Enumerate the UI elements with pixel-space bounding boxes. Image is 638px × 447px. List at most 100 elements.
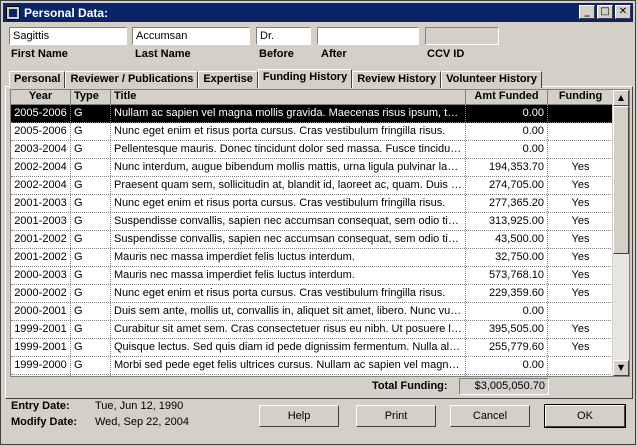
tab-personal[interactable]: Personal [9,71,66,88]
scroll-up-icon[interactable]: ▲ [613,90,629,106]
table-row[interactable]: 1999-2001 G Curabitur sit amet sem. Cras c… [11,321,629,339]
cell-year: 1999-2000 [11,375,71,376]
cell-year: 2005-2006 [11,105,71,122]
col-year[interactable]: Year [11,90,71,104]
maximize-button[interactable]: □ [597,5,613,19]
ccv-id-field [425,27,499,45]
window-title: Personal Data: [24,5,109,20]
table-row[interactable]: 2000-2001 G Duis sem ante, mollis ut, conv… [11,303,629,321]
cell-amount: 0.00 [466,141,548,158]
modify-date-label: Modify Date: [11,416,77,428]
title-bar[interactable]: Personal Data: _ □ ✕ [3,3,633,22]
table-row[interactable]: 2002-2004 G Praesent quam sem, sollicitudi… [11,177,629,195]
cell-type: G [71,213,111,230]
last-name-field[interactable]: Accumsan [132,27,250,45]
cell-amount: 32,750.00 [466,249,548,266]
col-amount[interactable]: Amt Funded [466,90,548,104]
tab-expertise[interactable]: Expertise [198,71,258,88]
tab-volunteer-history[interactable]: Volunteer History [441,71,542,88]
table-row[interactable]: 2003-2004 G Pellentesque mauris. Donec tin… [11,141,629,159]
total-funding-value: $3,005,050.70 [459,378,549,395]
before-field[interactable]: Dr. [256,27,311,45]
cell-funding [548,105,614,122]
cell-title: Nunc eget enim et risus porta cursus. Cr… [111,195,466,212]
cell-funding: Yes [548,285,614,302]
cell-title: Suspendisse convallis, sapien nec accums… [111,231,466,248]
table-row[interactable]: 1999-2001 G Quisque lectus. Sed quis diam … [11,339,629,357]
cell-title: Quisque lectus. Sed quis diam id pede di… [111,339,466,356]
cell-funding [548,141,614,158]
after-field[interactable] [317,27,419,45]
vertical-scrollbar[interactable]: ▲ ▼ [612,90,629,376]
cell-year: 2000-2002 [11,285,71,302]
cell-year: 1999-2000 [11,357,71,374]
minimize-button[interactable]: _ [579,5,595,19]
table-row[interactable]: 2005-2006 G Nullam ac sapien vel magna mol… [11,105,629,123]
cell-title: Pellentesque mauris. Donec tincidunt dol… [111,141,466,158]
cell-title: Nunc eget enim et risus porta cursus. Cr… [111,123,466,140]
after-label: After [321,48,347,60]
cell-type: G [71,285,111,302]
cell-funding: Yes [548,375,614,376]
help-button[interactable]: Help [259,405,339,427]
close-button[interactable]: ✕ [615,5,631,19]
cell-year: 1999-2001 [11,339,71,356]
cell-type: G [71,123,111,140]
cell-title: Nunc eget enim et risus porta cursus. Cr… [111,285,466,302]
cell-funding: Yes [548,159,614,176]
print-button[interactable]: Print [356,405,436,427]
cell-title: Morbi sed pede eget felis ultrices cursu… [111,357,466,374]
table-row[interactable]: 2001-2002 G Mauris nec massa imperdiet fel… [11,249,629,267]
col-type[interactable]: Type [71,90,111,104]
cell-title: Nullam ac sapien vel magna mollis gravid… [111,105,466,122]
table-row[interactable]: 1999-2000 G Morbi sed pede eget felis ultr… [11,357,629,375]
cell-year: 1999-2001 [11,321,71,338]
cell-amount: 255,779.60 [466,339,548,356]
cell-amount: 395,505.00 [466,321,548,338]
cell-funding: Yes [548,321,614,338]
cell-title: Mauris nec massa imperdiet felis luctus … [111,249,466,266]
cell-amount: 277,365.20 [466,195,548,212]
cell-title: Nunc interdum, augue bibendum mollis mat… [111,159,466,176]
table-row[interactable]: 2001-2002 G Suspendisse convallis, sapien … [11,231,629,249]
cell-funding: Yes [548,267,614,284]
scroll-down-icon[interactable]: ▼ [613,360,629,376]
ccv-id-label: CCV ID [427,48,465,60]
cell-amount: 573,768.10 [466,267,548,284]
table-row[interactable]: 2002-2004 G Nunc interdum, augue bibendum … [11,159,629,177]
table-row[interactable]: 2005-2006 G Nunc eget enim et risus porta … [11,123,629,141]
cell-title: Curabitur sit amet sem. Cras consectetue… [111,321,466,338]
last-name-label: Last Name [135,48,191,60]
cell-type: G [71,231,111,248]
before-label: Before [259,48,294,60]
table-row[interactable]: 2000-2003 G Mauris nec massa imperdiet fel… [11,267,629,285]
tab-strip: Personal Reviewer / Publications Experti… [9,69,542,88]
ok-button[interactable]: OK [544,404,626,428]
grid-body: 2005-2006 G Nullam ac sapien vel magna mol… [11,105,629,376]
scroll-thumb[interactable] [613,106,629,254]
table-row[interactable]: 2000-2002 G Nunc eget enim et risus porta … [11,285,629,303]
table-row[interactable]: 2001-2003 G Nunc eget enim et risus porta … [11,195,629,213]
grid-header: Year Type Title Amt Funded Funding [11,90,629,105]
cell-amount: 194,353.70 [466,159,548,176]
cell-funding [548,303,614,320]
table-row[interactable]: 1999-2000GQuisque ipsum turpis, cursus s… [11,375,629,376]
col-title[interactable]: Title [111,90,466,104]
first-name-field[interactable]: Sagittis [9,27,127,45]
tab-reviewer-publications[interactable]: Reviewer / Publications [65,71,199,88]
cancel-button[interactable]: Cancel [450,405,530,427]
cell-funding: Yes [548,213,614,230]
cell-type: G [71,267,111,284]
cell-amount: 43,500.00 [466,231,548,248]
tab-review-history[interactable]: Review History [352,71,442,88]
cell-year: 2005-2006 [11,123,71,140]
cell-title: Quisque ipsum turpis, cursus sit amet, v… [111,375,466,376]
cell-funding: Yes [548,339,614,356]
funding-grid: Year Type Title Amt Funded Funding 2005-… [10,89,630,377]
table-row[interactable]: 2001-2003 G Suspendisse convallis, sapien … [11,213,629,231]
col-funding[interactable]: Funding [548,90,614,104]
cell-funding: Yes [548,231,614,248]
first-name-label: First Name [11,48,68,60]
cell-amount: 0.00 [466,105,548,122]
tab-funding-history[interactable]: Funding History [257,69,353,88]
